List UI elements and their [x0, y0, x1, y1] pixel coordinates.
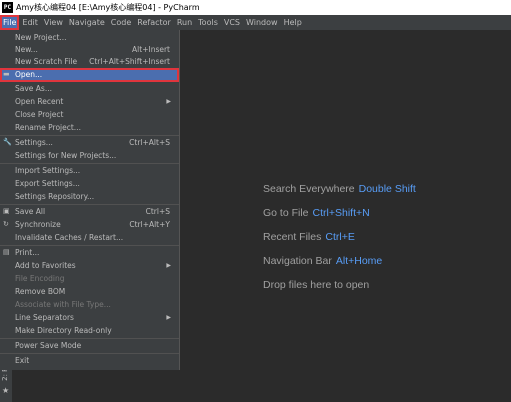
- menu-item-settings-new-projects[interactable]: Settings for New Projects...: [0, 149, 179, 162]
- menu-run[interactable]: Run: [174, 15, 195, 30]
- wrench-icon: 🔧: [3, 138, 12, 146]
- menu-code[interactable]: Code: [108, 15, 134, 30]
- sync-icon: ↻: [3, 220, 9, 228]
- menu-item-line-separators[interactable]: Line Separators ▶: [0, 311, 179, 324]
- menu-edit[interactable]: Edit: [19, 15, 41, 30]
- hint-drop-files: Drop files here to open: [263, 279, 370, 291]
- menu-file[interactable]: File: [0, 15, 20, 30]
- menu-tools[interactable]: Tools: [195, 15, 221, 30]
- submenu-arrow-icon: ▶: [166, 262, 171, 269]
- menu-help[interactable]: Help: [281, 15, 305, 30]
- menu-item-save-as[interactable]: Save As...: [0, 82, 179, 95]
- pycharm-logo-icon: PC: [2, 2, 13, 13]
- menu-item-exit[interactable]: Exit: [0, 354, 179, 367]
- menu-item-file-encoding: File Encoding: [15, 274, 65, 283]
- menu-vcs[interactable]: VCS: [221, 15, 243, 30]
- menu-item-associate-file-type: Associate with File Type...: [15, 300, 111, 309]
- menu-item-open[interactable]: ▬ Open...: [0, 68, 179, 82]
- file-menu-dropdown: New Project... New... Alt+Insert New Scr…: [0, 30, 180, 370]
- window-title: Amy核心编程04 [E:\Amy核心编程04] - PyCharm: [16, 3, 200, 12]
- menu-item-close-project[interactable]: Close Project: [0, 108, 179, 121]
- menu-item-open-recent[interactable]: Open Recent ▶: [0, 95, 179, 108]
- menu-navigate[interactable]: Navigate: [66, 15, 108, 30]
- print-icon: ▤: [3, 248, 10, 256]
- menu-item-add-favorites[interactable]: Add to Favorites ▶: [0, 259, 179, 272]
- menu-item-new-scratch[interactable]: New Scratch File Ctrl+Alt+Shift+Insert: [0, 55, 179, 68]
- hint-recent-files: Recent Files Ctrl+E: [263, 231, 355, 243]
- hint-navigation-bar: Navigation Bar Alt+Home: [263, 255, 383, 267]
- menu-item-synchronize[interactable]: ↻ Synchronize Ctrl+Alt+Y: [0, 218, 179, 231]
- menu-item-save-all[interactable]: ▣ Save All Ctrl+S: [0, 205, 179, 218]
- menu-item-rename-project[interactable]: Rename Project...: [0, 121, 179, 134]
- menu-refactor[interactable]: Refactor: [134, 15, 174, 30]
- hint-search-everywhere: Search Everywhere Double Shift: [263, 183, 416, 195]
- menu-item-export-settings[interactable]: Export Settings...: [0, 177, 179, 190]
- menu-item-settings-repository[interactable]: Settings Repository...: [0, 190, 179, 203]
- menu-bar: File Edit View Navigate Code Refactor Ru…: [0, 15, 511, 30]
- star-icon[interactable]: ★: [2, 386, 9, 395]
- menu-window[interactable]: Window: [243, 15, 281, 30]
- menu-item-make-readonly[interactable]: Make Directory Read-only: [0, 324, 179, 337]
- folder-icon: ▬: [3, 70, 10, 78]
- menu-item-import-settings[interactable]: Import Settings...: [0, 164, 179, 177]
- menu-view[interactable]: View: [41, 15, 66, 30]
- submenu-arrow-icon: ▶: [166, 314, 171, 321]
- menu-item-invalidate-caches[interactable]: Invalidate Caches / Restart...: [0, 231, 179, 244]
- menu-item-remove-bom[interactable]: Remove BOM: [0, 285, 179, 298]
- menu-item-settings[interactable]: 🔧 Settings... Ctrl+Alt+S: [0, 136, 179, 149]
- menu-item-power-save[interactable]: Power Save Mode: [0, 339, 179, 352]
- hint-go-to-file: Go to File Ctrl+Shift+N: [263, 207, 370, 219]
- save-icon: ▣: [3, 207, 10, 215]
- menu-item-print[interactable]: ▤ Print...: [0, 246, 179, 259]
- title-bar: PC Amy核心编程04 [E:\Amy核心编程04] - PyCharm: [0, 0, 511, 15]
- submenu-arrow-icon: ▶: [166, 98, 171, 105]
